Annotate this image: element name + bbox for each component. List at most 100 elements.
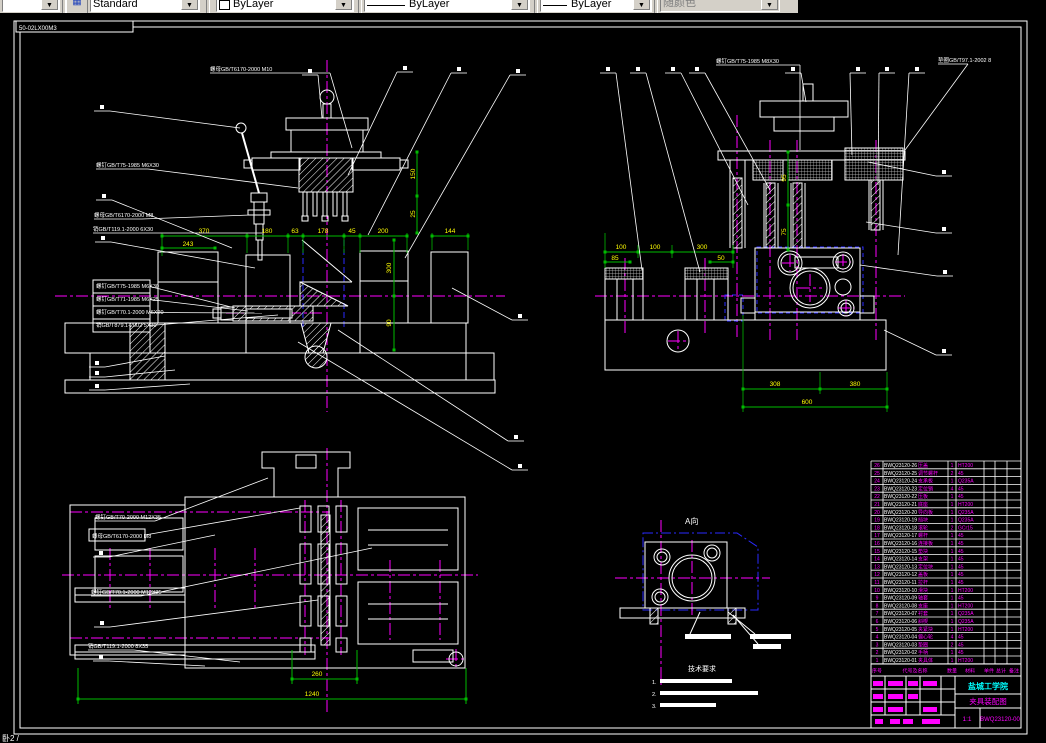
bom-cell: 45	[958, 564, 964, 570]
dim-tick	[708, 260, 712, 264]
svg-text:85: 85	[611, 255, 619, 262]
bom-cell: 夹具体	[918, 657, 933, 664]
bom-cell: 45	[958, 596, 964, 602]
bom-cell: BWQ23120-18	[884, 525, 917, 531]
bom-cell: 11	[874, 580, 879, 586]
dim-tick	[213, 246, 217, 250]
svg-text:75: 75	[781, 228, 788, 236]
drawing-title: 夹具装配图	[969, 696, 1007, 706]
bom-cell: 1	[951, 619, 954, 625]
styles-manager-icon[interactable]: ▦	[66, 0, 88, 13]
svg-text:100: 100	[616, 244, 627, 251]
dim-tick	[290, 677, 294, 681]
bom-cell: 1	[951, 479, 954, 485]
bom-cell: GCr15	[958, 525, 973, 531]
bom-cell: 支架	[918, 556, 928, 563]
bom-cell: 1	[951, 533, 954, 539]
chevron-down-icon[interactable]: ▼	[511, 0, 528, 10]
callout-label: 螺钉GB/T75-1985 M6X30	[96, 161, 159, 169]
leader-line	[347, 71, 398, 176]
bom-cell: BWQ23120-13	[884, 564, 917, 570]
svg-text:200: 200	[378, 228, 389, 235]
callout-label: 螺钉GB/T70-2000 M12X35	[95, 513, 161, 521]
balloon-marker	[403, 66, 407, 70]
balloon-marker	[102, 194, 106, 198]
balloon-marker	[99, 551, 103, 555]
svg-text:90: 90	[386, 319, 393, 327]
leader-line	[154, 477, 269, 522]
bom-cell: 45	[958, 494, 964, 500]
bom-cell: 21	[874, 502, 880, 508]
svg-text:308: 308	[770, 381, 781, 388]
bom-cell: 盖板	[918, 571, 928, 578]
bom-cell: 19	[874, 518, 880, 524]
callout-label: 销GB/T119.1-2000 8X35	[88, 642, 148, 650]
bom-cell: 拉杆	[918, 579, 928, 586]
balloon-marker	[95, 361, 99, 365]
lineweight-dropdown[interactable]: ByLayer ▼	[540, 0, 652, 12]
bom-cell: BWQ23120-12	[884, 572, 917, 578]
bom-cell: 螺杆	[918, 532, 928, 539]
bom-cell: BWQ23120-23	[884, 486, 917, 492]
bom-header: 序号	[872, 668, 882, 675]
bom-cell: 5	[876, 627, 879, 633]
leader-line	[451, 287, 513, 321]
bom-cell: BWQ23120-14	[884, 557, 917, 563]
bom-cell: 15	[874, 549, 880, 555]
leader-line	[141, 214, 251, 220]
leader-line	[615, 72, 643, 271]
bom-cell: 23	[874, 486, 880, 492]
balloon-marker	[514, 435, 518, 439]
dim-tick	[628, 260, 632, 264]
note-bar	[660, 691, 758, 695]
chevron-down-icon[interactable]: ▼	[335, 0, 352, 10]
chevron-down-icon[interactable]: ▼	[633, 0, 650, 10]
balloon-marker	[100, 621, 104, 625]
bom-cell: BWQ23120-04	[884, 635, 917, 641]
linetype-dropdown[interactable]: ByLayer ▼	[364, 0, 530, 12]
toolbar: ▼ ▦ Standard ▼ ByLayer ▼ ByLayer ▼ ByLayer ▼…	[0, 0, 798, 13]
bom-cell: 10	[874, 588, 880, 594]
bom-cell: HT200	[958, 463, 973, 469]
svg-text:45: 45	[348, 228, 356, 235]
chevron-down-icon[interactable]: ▼	[181, 0, 198, 10]
balloon-marker	[308, 69, 312, 73]
bom-cell: 4	[951, 486, 954, 492]
bom-cell: 1	[951, 650, 954, 656]
toolbar-combo-unknown[interactable]: ▼	[2, 0, 60, 12]
balloon-marker	[457, 67, 461, 71]
detail-view-a: A向	[615, 516, 791, 688]
bom-cell: 1	[951, 627, 954, 633]
dim-tick	[415, 150, 419, 154]
dim-tick	[786, 150, 790, 154]
dim-tick	[786, 203, 790, 207]
bom-cell: Q235A	[958, 479, 974, 485]
drawing-canvas[interactable]: 50-02LX00M3 370 180 63 178 45 200 144 24…	[0, 0, 1046, 743]
bom-cell: 滚轮	[918, 524, 928, 531]
bom-header: 单件	[984, 668, 994, 675]
bom-cell: 2	[951, 525, 954, 531]
leader-line	[149, 312, 263, 314]
bom-cell: BWQ23120-09	[884, 596, 917, 602]
bom-cell: 1	[951, 557, 954, 563]
bom-cell: 1	[951, 658, 954, 664]
balloon-marker	[942, 170, 946, 174]
chevron-down-icon[interactable]: ▼	[41, 0, 58, 10]
bom-cell: 导向板	[918, 509, 933, 516]
color-dropdown[interactable]: ByLayer ▼	[216, 0, 354, 12]
bom-cell: HT200	[958, 603, 973, 609]
bom-cell: BWQ23120-17	[884, 533, 917, 539]
bom-cell: 支承板	[918, 478, 933, 485]
bom-cell: 滑块	[918, 587, 928, 594]
side-view: 100 100 300 85 50 95 75 308 380 600	[595, 83, 906, 408]
bom-cell: 45	[958, 557, 964, 563]
bom-cell: 1	[951, 596, 954, 602]
drawing-number: BWQ23120-00	[980, 717, 1020, 723]
bom-cell: 17	[874, 533, 880, 539]
svg-text:95: 95	[781, 174, 788, 182]
callout-label: 销GB/T119.1-2000 6X30	[93, 225, 153, 233]
text-style-dropdown[interactable]: Standard ▼	[90, 0, 200, 12]
bom-cell: 手柄	[918, 649, 928, 656]
leader-line	[109, 110, 241, 129]
dim-tick	[415, 231, 419, 235]
